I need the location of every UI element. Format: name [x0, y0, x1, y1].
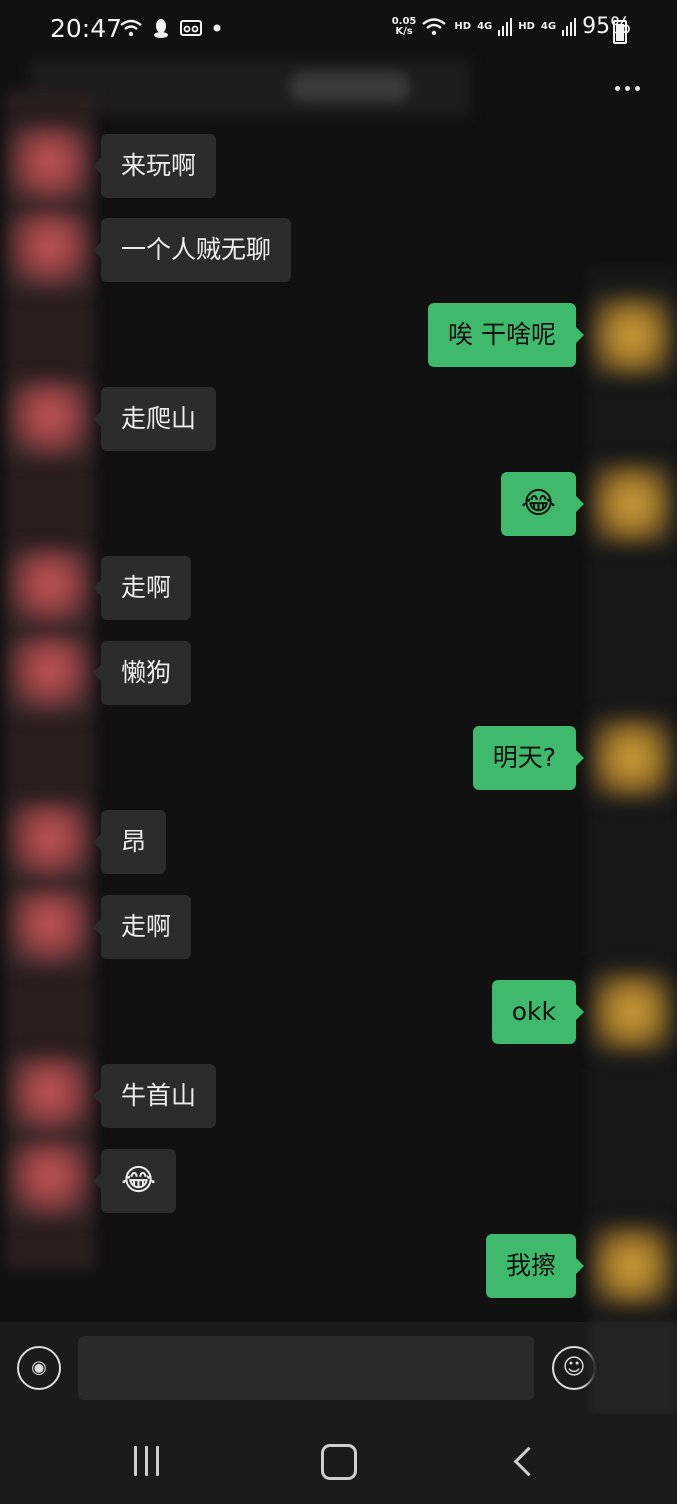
sim1-hd-label: HD: [454, 21, 472, 32]
recent-apps-icon[interactable]: [134, 1446, 164, 1476]
message-bubble-outgoing[interactable]: 明天?: [472, 726, 585, 790]
my-avatar[interactable]: [592, 464, 672, 544]
message-input[interactable]: [78, 1336, 534, 1400]
net-speed-value: 0.05: [391, 15, 417, 27]
message-bubble-outgoing[interactable]: 😂: [500, 472, 585, 536]
battery-icon: [613, 20, 627, 44]
my-avatar[interactable]: [592, 972, 672, 1052]
message-bubble-incoming[interactable]: 走爬山: [92, 387, 217, 451]
my-avatar[interactable]: [592, 296, 672, 376]
status-bar: 20:47 0.05 K/s HD 4G HD 4G 95%: [0, 0, 677, 62]
contact-avatar[interactable]: [10, 802, 90, 882]
message-bubble-incoming[interactable]: 一个人贼无聊: [92, 218, 292, 282]
message-bubble-outgoing[interactable]: 我擦: [485, 1234, 585, 1298]
contact-avatar[interactable]: [10, 1140, 90, 1220]
sim1-net-label: 4G: [477, 21, 493, 32]
sim2-hd-label: HD: [518, 21, 535, 32]
message-bubble-incoming[interactable]: 走啊: [92, 556, 192, 620]
wifi-icon: [120, 19, 142, 37]
more-dots-icon[interactable]: [615, 78, 647, 98]
contact-avatar[interactable]: [10, 380, 90, 460]
net-speed: 0.05 K/s: [391, 15, 417, 37]
contact-avatar[interactable]: [10, 888, 90, 968]
contact-avatar[interactable]: [10, 548, 90, 628]
sim2-net-label: 4G: [540, 21, 557, 32]
home-icon[interactable]: [321, 1444, 357, 1480]
input-right-redacted: [590, 1322, 677, 1414]
message-bubble-incoming[interactable]: 昂: [92, 810, 167, 874]
message-bubble-outgoing[interactable]: okk: [491, 980, 585, 1044]
contact-avatar[interactable]: [10, 634, 90, 714]
my-avatar[interactable]: [592, 718, 672, 798]
wifi-signal-icon: [422, 17, 447, 35]
message-bubble-incoming[interactable]: 😂: [92, 1149, 177, 1213]
contact-avatar[interactable]: [10, 126, 90, 206]
message-bubble-incoming[interactable]: 来玩啊: [92, 134, 217, 198]
message-bubble-outgoing[interactable]: 唉 干啥呢: [428, 303, 584, 367]
status-left-icons: [120, 18, 222, 38]
contact-avatar[interactable]: [10, 210, 90, 290]
laughing-crying-emoji: 😂: [520, 486, 556, 521]
status-time: 20:47: [50, 14, 123, 43]
contact-avatar[interactable]: [10, 1056, 90, 1136]
message-bubble-incoming[interactable]: 懒狗: [92, 641, 192, 705]
signal-1-icon: [498, 17, 513, 36]
voicemail-icon: [180, 20, 202, 36]
qq-icon: [154, 19, 168, 38]
signal-2-icon: [562, 17, 577, 36]
laughing-crying-emoji: 😂: [121, 1163, 157, 1198]
notification-dot-icon: [213, 24, 221, 32]
chat-title-redacted: [30, 60, 470, 116]
status-right: 0.05 K/s HD 4G HD 4G 95%: [392, 14, 631, 39]
voice-icon[interactable]: ◉: [17, 1346, 61, 1390]
net-speed-unit: K/s: [395, 25, 413, 37]
message-bubble-incoming[interactable]: 走啊: [92, 895, 192, 959]
my-avatar[interactable]: [592, 1226, 672, 1306]
message-bubble-incoming[interactable]: 牛首山: [92, 1064, 217, 1128]
